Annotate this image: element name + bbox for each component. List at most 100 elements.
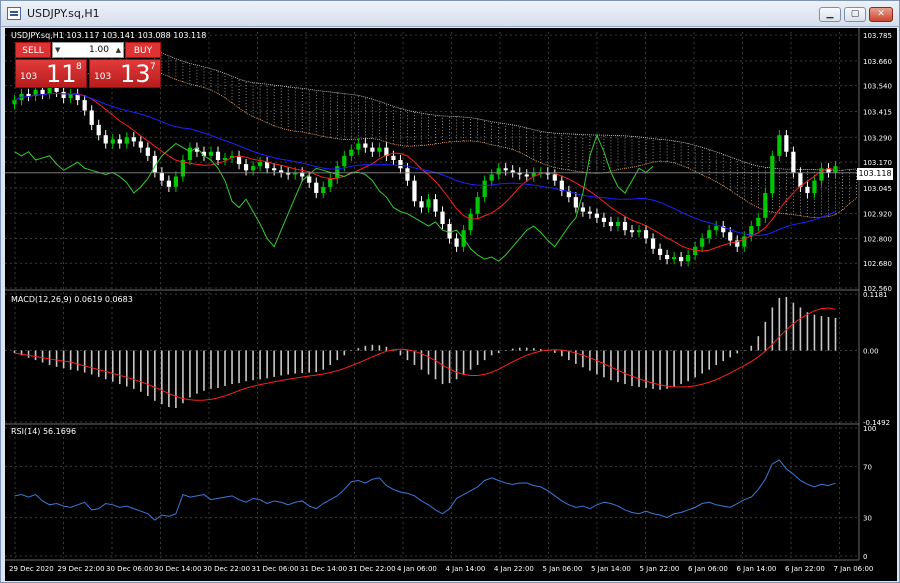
- time-tick-label: 5 Jan 22:00: [640, 565, 680, 573]
- candle-body: [96, 124, 101, 136]
- volume-input[interactable]: ▼ 1.00 ▲: [52, 42, 124, 58]
- candle-body: [110, 139, 115, 144]
- buy-quote-prefix: 103: [94, 72, 112, 82]
- time-tick-label: 30 Dec 06:00: [106, 565, 153, 573]
- macd-histogram-bar: [27, 350, 30, 358]
- macd-histogram-bar: [757, 336, 760, 351]
- candle-body: [26, 93, 31, 96]
- buy-button[interactable]: BUY: [125, 42, 161, 58]
- candle-body: [714, 226, 719, 231]
- macd-histogram-bar: [617, 350, 619, 383]
- macd-histogram-bar: [266, 350, 268, 379]
- macd-histogram-bar: [48, 350, 51, 365]
- senkou-span-a: [84, 68, 857, 219]
- macd-histogram-bar: [140, 350, 142, 392]
- candle-body: [398, 160, 403, 169]
- sell-button[interactable]: SELL: [15, 42, 51, 58]
- macd-histogram-bar: [69, 350, 72, 370]
- minimize-button[interactable]: ▁: [819, 7, 841, 22]
- macd-histogram-bar: [34, 350, 37, 361]
- macd-histogram-bar: [371, 344, 374, 351]
- candle-body: [756, 217, 761, 227]
- candle-body: [700, 238, 705, 247]
- macd-histogram-bar: [490, 350, 493, 356]
- candle-body: [686, 254, 691, 262]
- macd-histogram-bar: [736, 350, 739, 354]
- candle-body: [215, 151, 221, 160]
- maximize-button[interactable]: ▢: [844, 7, 866, 22]
- macd-histogram-bar: [708, 350, 710, 370]
- grid: [5, 32, 859, 558]
- terminal-window: USDJPY.sq,H1 ▁ ▢ ✕ 103.785 103.660 103.540…: [0, 0, 900, 583]
- ichimoku-cloud: [84, 47, 857, 219]
- candle-body: [510, 170, 515, 173]
- candle-body: [307, 176, 312, 183]
- macd-histogram-bar: [427, 350, 430, 375]
- volume-up-icon[interactable]: ▲: [116, 43, 121, 57]
- macd-histogram-bar: [90, 350, 93, 375]
- macd-histogram-bar: [729, 350, 732, 358]
- macd-tick-label: 0.00: [863, 348, 879, 356]
- axes: 103.785 103.660 103.540 103.415 103.290 103.1…: [5, 28, 892, 573]
- macd-histogram-bar: [799, 307, 802, 351]
- candle-body: [608, 221, 614, 227]
- candle-body: [482, 180, 487, 198]
- macd-tick-label: 0.1181: [863, 291, 888, 299]
- macd-histogram-bar: [76, 350, 79, 371]
- rsi-tick-label: 100: [863, 425, 876, 433]
- time-tick-label: 4 Jan 22:00: [494, 565, 534, 573]
- macd-histogram-bar: [231, 350, 233, 385]
- candle-body: [679, 257, 684, 262]
- candle-body: [784, 135, 789, 152]
- chart-canvas[interactable]: 103.785 103.660 103.540 103.415 103.290 103.1…: [5, 28, 897, 581]
- macd-histogram-bar: [701, 350, 703, 374]
- one-click-trading-panel: SELL ▼ 1.00 ▲ BUY 103 11 8 103 13 7: [15, 42, 161, 88]
- buy-quote-pip: 7: [150, 62, 156, 72]
- macd-histogram-bar: [532, 348, 535, 351]
- candle-body: [601, 217, 607, 222]
- rsi-tick-label: 0: [863, 553, 867, 561]
- buy-quote[interactable]: 103 13 7: [89, 59, 161, 88]
- candle-body: [159, 172, 164, 181]
- close-button[interactable]: ✕: [869, 7, 893, 22]
- chart-area[interactable]: 103.785 103.660 103.540 103.415 103.290 103.1…: [5, 28, 897, 581]
- candle-body: [187, 147, 193, 160]
- macd-histogram-bar: [154, 350, 156, 401]
- macd-histogram-bar: [301, 350, 304, 374]
- volume-value[interactable]: 1.00: [89, 43, 109, 57]
- candle-body: [321, 186, 326, 194]
- price-tick-label: 103.170: [863, 159, 892, 167]
- candle-body: [454, 238, 459, 247]
- time-tick-label: 31 Dec 14:00: [300, 565, 347, 573]
- macd-histogram-bar: [561, 350, 563, 357]
- candle-body: [391, 155, 396, 160]
- candle-body: [356, 143, 361, 150]
- candle-body: [664, 254, 670, 260]
- candle-body: [728, 232, 733, 241]
- volume-down-icon[interactable]: ▼: [55, 43, 60, 57]
- rsi-line: [14, 459, 836, 521]
- price-tick-label: 102.680: [863, 260, 892, 268]
- rsi-panel: [14, 459, 836, 521]
- rsi-label: RSI(14) 56.1696: [11, 427, 76, 436]
- macd-histogram-bar: [118, 350, 121, 385]
- macd-histogram-bar: [399, 350, 402, 356]
- price-tick-label: 103.660: [863, 58, 892, 66]
- macd-histogram-bar: [287, 350, 289, 375]
- candle-body: [615, 221, 621, 227]
- macd-histogram-bar: [55, 350, 58, 367]
- current-price-label: 103.118: [857, 168, 893, 180]
- time-tick-label: 4 Jan 14:00: [446, 565, 486, 573]
- time-tick-label: 30 Dec 22:00: [203, 565, 250, 573]
- time-tick-label: 31 Dec 06:00: [252, 565, 299, 573]
- candle-body: [671, 257, 677, 260]
- candle-body: [145, 147, 150, 156]
- macd-histogram-bar: [252, 350, 254, 381]
- macd-histogram-bar: [315, 350, 318, 373]
- candle-body: [419, 201, 424, 208]
- candle-body: [643, 230, 649, 239]
- title-bar[interactable]: USDJPY.sq,H1 ▁ ▢ ✕: [1, 1, 899, 27]
- macd-histogram-bar: [132, 350, 135, 389]
- sell-quote[interactable]: 103 11 8: [15, 59, 87, 88]
- chikou-span-line: [14, 133, 654, 262]
